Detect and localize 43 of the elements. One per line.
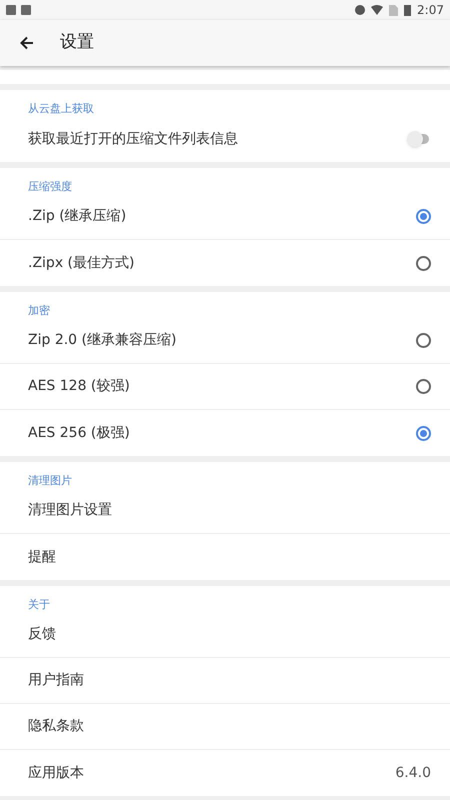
section-header: 压缩强度 (27, 179, 73, 194)
settings-row[interactable]: .Zip (继承压缩) (0, 194, 450, 240)
row-label: 应用版本 (28, 764, 84, 782)
row-label: 反馈 (28, 625, 56, 644)
settings-row[interactable]: 获取最近打开的压缩文件列表信息 (0, 116, 450, 162)
row-label: 用户指南 (28, 671, 84, 690)
row-label: 获取最近打开的压缩文件列表信息 (28, 130, 238, 148)
radio-button[interactable] (416, 256, 431, 270)
battery-icon (404, 4, 412, 16)
section-header: 清理图片 (27, 473, 73, 488)
row-label: .Zipx (最佳方式) (28, 254, 134, 272)
toggle-switch[interactable] (409, 130, 431, 148)
section-header: 加密 (27, 303, 51, 318)
wifi-icon (371, 5, 384, 15)
settings-row[interactable]: 用户指南 (0, 658, 450, 704)
settings-row[interactable]: AES 128 (较强) (0, 364, 450, 410)
settings-row[interactable]: 清理图片设置 (0, 488, 450, 534)
toolbar-title: 设置 (60, 31, 94, 54)
radio-button[interactable] (416, 333, 431, 348)
radio-button[interactable] (416, 379, 431, 394)
radio-button[interactable] (416, 426, 431, 440)
settings-row[interactable]: 提醒 (0, 534, 450, 580)
settings-row[interactable]: 反馈 (0, 612, 450, 658)
row-label: .Zip (继承压缩) (28, 207, 126, 226)
settings-row[interactable]: Zip 2.0 (继承兼容压缩) (0, 318, 450, 364)
clock-time: 2:07 (417, 2, 444, 19)
settings-row[interactable]: .Zipx (最佳方式) (0, 240, 450, 286)
radio-button[interactable] (416, 209, 431, 224)
back-arrow-icon (20, 36, 34, 50)
settings-row[interactable]: 应用版本 6.4.0 (0, 750, 450, 796)
row-label: 隐私条款 (28, 717, 84, 736)
row-label: Zip 2.0 (继承兼容压缩) (28, 331, 176, 350)
row-label: AES 256 (极强) (28, 424, 130, 442)
row-label: 清理图片设置 (28, 501, 112, 520)
version-value: 6.4.0 (395, 764, 431, 782)
section-header: 从云盘上获取 (27, 101, 95, 116)
section-header: 关于 (27, 597, 51, 612)
do-not-disturb-icon (355, 5, 366, 15)
settings-row[interactable]: AES 256 (极强) (0, 410, 450, 456)
no-sim-icon (389, 4, 398, 16)
row-label: AES 128 (较强) (28, 377, 130, 396)
settings-row[interactable]: 隐私条款 (0, 704, 450, 750)
row-label: 提醒 (28, 548, 56, 566)
